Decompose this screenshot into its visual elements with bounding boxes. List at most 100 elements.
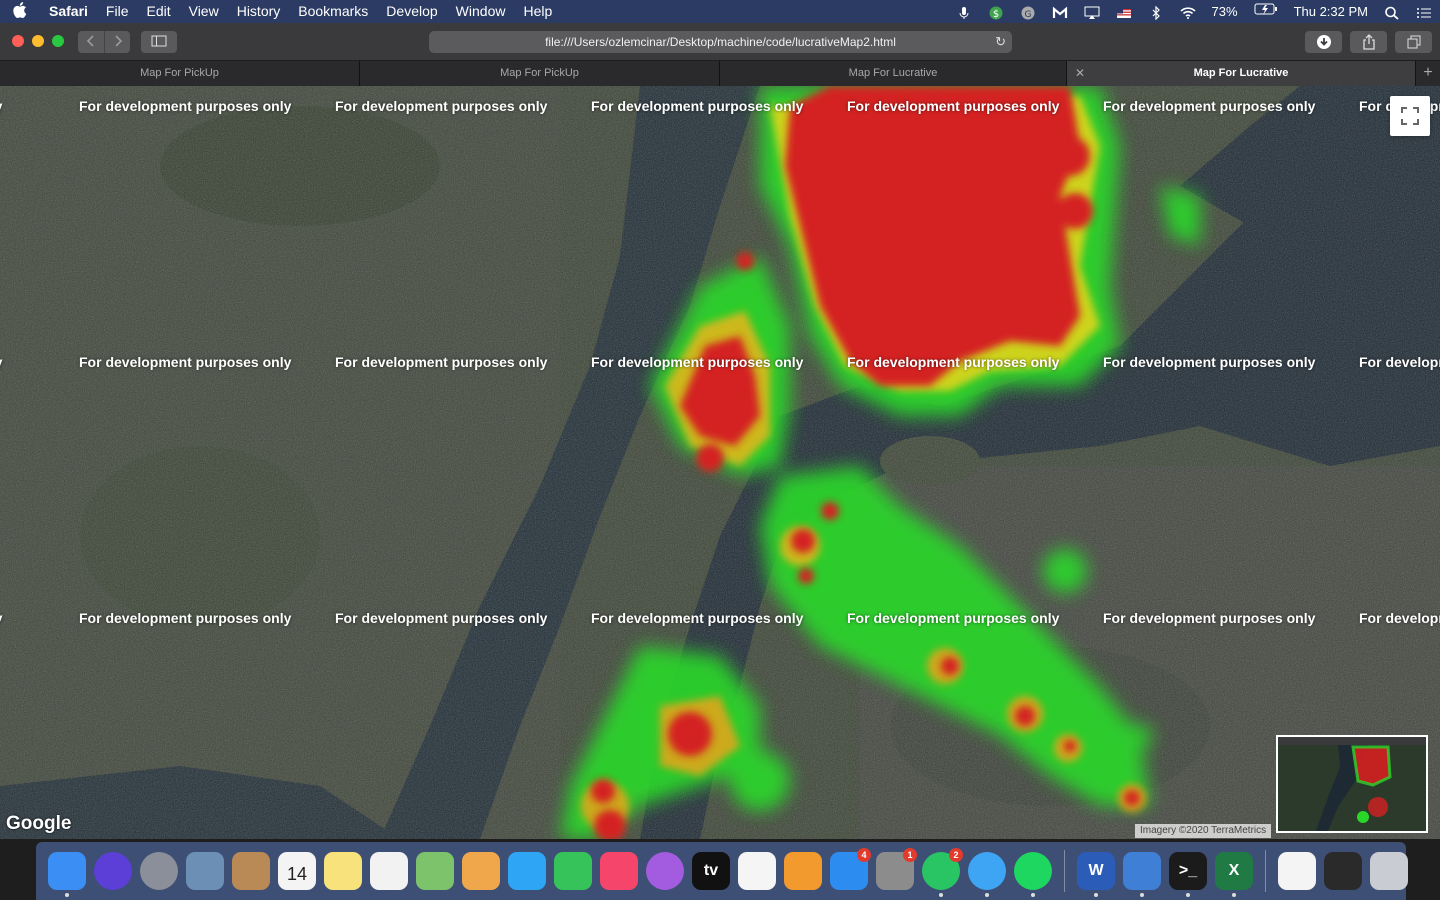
share-button[interactable] bbox=[1350, 31, 1387, 53]
appstore-icon[interactable]: 4 bbox=[830, 848, 871, 890]
launchpad-icon[interactable] bbox=[140, 852, 178, 890]
back-button[interactable] bbox=[78, 31, 104, 53]
dock-separator bbox=[1265, 850, 1266, 892]
clock[interactable]: Thu 2:32 PM bbox=[1286, 0, 1376, 23]
facetime-icon[interactable] bbox=[554, 852, 592, 890]
screenshot-preview-thumbnail[interactable] bbox=[1276, 735, 1428, 833]
podcasts-icon[interactable] bbox=[646, 852, 684, 890]
close-tab-icon[interactable]: ✕ bbox=[1075, 61, 1085, 86]
spotlight-search-icon[interactable] bbox=[1376, 0, 1408, 23]
tab-map-lucrative-1[interactable]: Map For Lucrative bbox=[720, 61, 1067, 86]
us-flag-icon[interactable] bbox=[1108, 0, 1140, 23]
map-watermark: For development purposes only bbox=[1103, 98, 1316, 114]
running-indicator bbox=[939, 893, 943, 897]
map-fullscreen-button[interactable] bbox=[1390, 96, 1430, 136]
address-bar[interactable]: file:///Users/ozlemcinar/Desktop/machine… bbox=[429, 31, 1012, 53]
fullscreen-window-button[interactable] bbox=[52, 35, 64, 47]
document-icon[interactable] bbox=[1278, 852, 1316, 890]
map-watermark: For development purposes only bbox=[1103, 354, 1316, 370]
history-menu[interactable]: History bbox=[228, 0, 290, 23]
terminal-icon[interactable]: >_ bbox=[1169, 852, 1207, 897]
mail-stamp-icon[interactable] bbox=[186, 852, 224, 890]
dock-icon-glyph: W bbox=[1088, 862, 1104, 879]
share-icon bbox=[1362, 34, 1375, 50]
bookmarks-menu[interactable]: Bookmarks bbox=[289, 0, 377, 23]
notes-icon[interactable] bbox=[324, 852, 362, 890]
dock-separator bbox=[1064, 850, 1065, 892]
tab-map-lucrative-2[interactable]: ✕ Map For Lucrative bbox=[1067, 61, 1416, 86]
notification-center-icon[interactable] bbox=[1408, 0, 1440, 23]
photos-icon[interactable] bbox=[462, 852, 500, 890]
excel-icon[interactable]: X bbox=[1215, 852, 1253, 897]
minimize-window-button[interactable] bbox=[32, 35, 44, 47]
books-icon[interactable] bbox=[784, 852, 822, 890]
grammarly-icon[interactable]: G bbox=[1012, 0, 1044, 23]
map-watermark: For development purposes only bbox=[591, 354, 804, 370]
forward-button[interactable] bbox=[104, 31, 130, 53]
fullscreen-icon bbox=[1401, 107, 1419, 125]
dock: 14 tv 4 1 2 W >_ X bbox=[36, 842, 1408, 900]
maps-icon[interactable] bbox=[416, 852, 454, 890]
new-tab-button[interactable]: + bbox=[1416, 61, 1440, 86]
dock-icon-glyph: 14 bbox=[286, 864, 308, 884]
contacts-icon[interactable] bbox=[232, 852, 270, 890]
map-watermark: For development purposes only bbox=[335, 610, 548, 626]
messages-icon[interactable] bbox=[508, 852, 546, 890]
running-indicator bbox=[1094, 893, 1098, 897]
edit-menu[interactable]: Edit bbox=[137, 0, 179, 23]
running-indicator bbox=[985, 893, 989, 897]
wifi-icon[interactable] bbox=[1172, 0, 1204, 23]
map-watermark: For development purposes only bbox=[79, 610, 292, 626]
view-menu[interactable]: View bbox=[180, 0, 228, 23]
money-app-icon[interactable]: $ bbox=[980, 0, 1012, 23]
trash-icon[interactable] bbox=[1370, 852, 1408, 890]
battery-icon[interactable] bbox=[1246, 0, 1286, 23]
spotify-icon[interactable] bbox=[1014, 852, 1052, 897]
map-watermark: For development purposes only bbox=[591, 610, 804, 626]
word-icon[interactable]: W bbox=[1077, 852, 1115, 897]
appletv-icon[interactable]: tv bbox=[692, 852, 730, 890]
notification-badge: 1 bbox=[903, 848, 917, 862]
apple-menu-icon[interactable] bbox=[0, 1, 40, 22]
tab-overview-button[interactable] bbox=[1395, 31, 1432, 53]
reminders-icon[interactable] bbox=[370, 852, 408, 890]
close-window-button[interactable] bbox=[12, 35, 24, 47]
app-menu[interactable]: Safari bbox=[40, 0, 97, 23]
notification-badge: 4 bbox=[857, 848, 871, 862]
map-watermark: For development purposes only bbox=[591, 98, 804, 114]
battery-percent[interactable]: 73% bbox=[1204, 0, 1246, 23]
tab-map-pickup-2[interactable]: Map For PickUp bbox=[360, 61, 720, 86]
bluetooth-icon[interactable] bbox=[1140, 0, 1172, 23]
browser-toolbar: file:///Users/ozlemcinar/Desktop/machine… bbox=[0, 23, 1440, 61]
map-watermark: For development purposes only bbox=[0, 354, 2, 370]
whatsapp-icon[interactable]: 2 bbox=[922, 848, 963, 897]
malwarebytes-icon[interactable] bbox=[1044, 0, 1076, 23]
help-menu[interactable]: Help bbox=[514, 0, 561, 23]
news-icon[interactable] bbox=[738, 852, 776, 890]
xcode-icon[interactable] bbox=[1123, 852, 1161, 897]
running-indicator bbox=[1140, 893, 1144, 897]
microphone-icon[interactable] bbox=[948, 0, 980, 23]
calendar-icon[interactable]: 14 bbox=[278, 852, 316, 890]
airplay-icon[interactable] bbox=[1076, 0, 1108, 23]
window-menu[interactable]: Window bbox=[447, 0, 515, 23]
map-canvas[interactable]: For development purposes only For develop… bbox=[0, 86, 1440, 839]
downloads-button[interactable] bbox=[1305, 31, 1342, 53]
sidebar-toggle-button[interactable] bbox=[141, 31, 177, 53]
develop-menu[interactable]: Develop bbox=[377, 0, 446, 23]
map-watermark: For development purposes only bbox=[1103, 610, 1316, 626]
screen-window-icon[interactable] bbox=[1324, 852, 1362, 890]
safari-icon[interactable] bbox=[968, 852, 1006, 897]
siri-icon[interactable] bbox=[94, 852, 132, 890]
system-preferences-icon[interactable]: 1 bbox=[876, 848, 917, 890]
google-logo[interactable]: Google bbox=[6, 813, 71, 835]
music-icon[interactable] bbox=[600, 852, 638, 890]
map-watermark: For development purposes only bbox=[0, 610, 2, 626]
finder-icon[interactable] bbox=[48, 852, 86, 897]
running-indicator bbox=[65, 893, 69, 897]
download-icon bbox=[1316, 35, 1331, 49]
file-menu[interactable]: File bbox=[97, 0, 138, 23]
reload-icon[interactable]: ↻ bbox=[995, 31, 1006, 53]
sidebar-icon bbox=[151, 35, 167, 47]
tab-map-pickup-1[interactable]: Map For PickUp bbox=[0, 61, 360, 86]
